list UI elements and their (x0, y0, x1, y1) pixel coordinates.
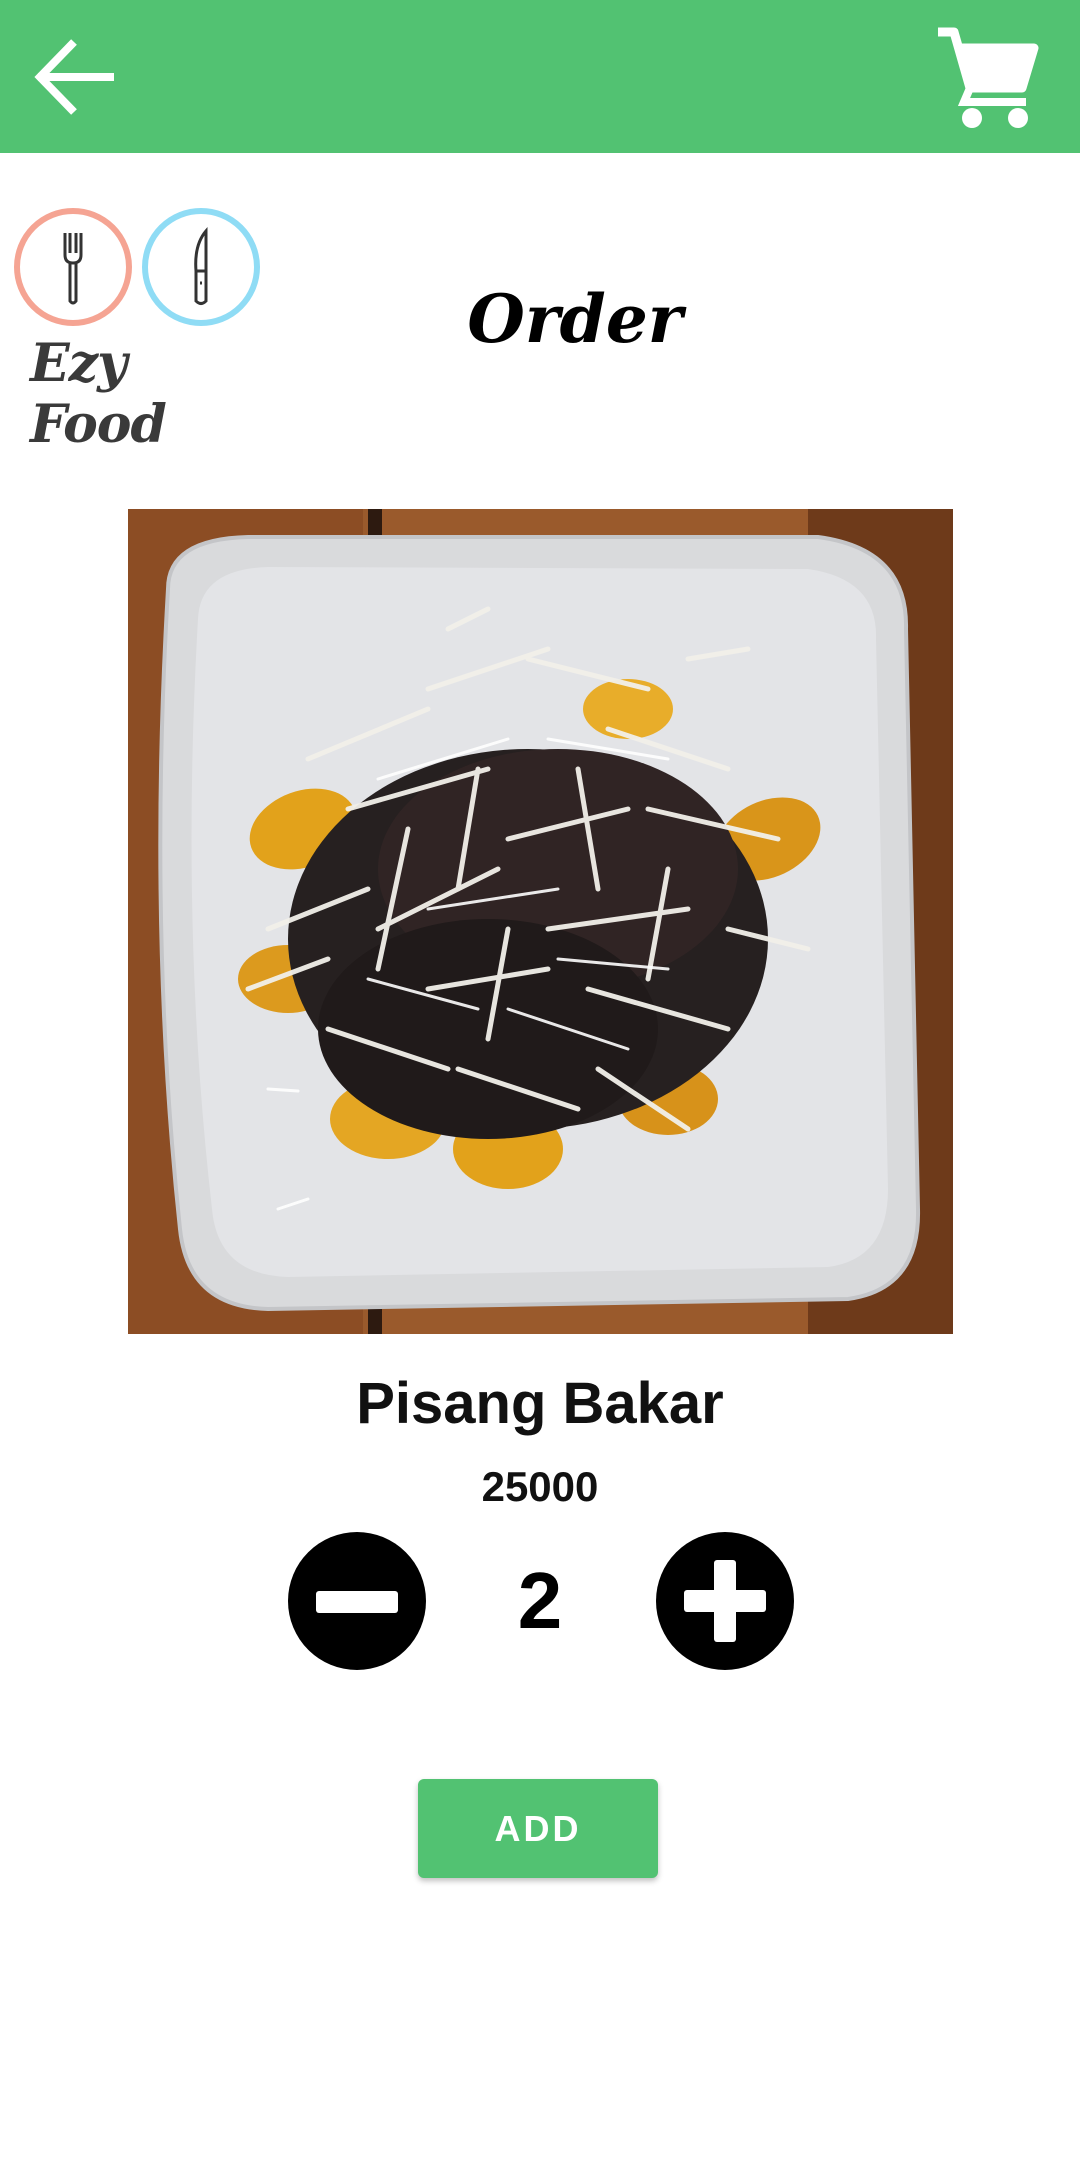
page-title: Order (467, 280, 683, 358)
shopping-cart-icon (938, 27, 1039, 128)
back-button[interactable] (28, 30, 123, 125)
cart-button[interactable] (930, 22, 1040, 132)
decrease-quantity-button[interactable] (288, 1532, 426, 1670)
increase-quantity-button[interactable] (656, 1532, 794, 1670)
food-image (128, 509, 953, 1334)
app-bar (0, 0, 1080, 153)
arrow-left-icon (34, 39, 114, 115)
quantity-value: 2 (517, 1556, 563, 1645)
food-price: 25000 (481, 1463, 599, 1510)
add-button[interactable]: ADD (418, 1779, 658, 1878)
food-name: Pisang Bakar (356, 1371, 724, 1436)
plus-circle-icon (656, 1532, 794, 1670)
minus-circle-icon (288, 1532, 426, 1670)
